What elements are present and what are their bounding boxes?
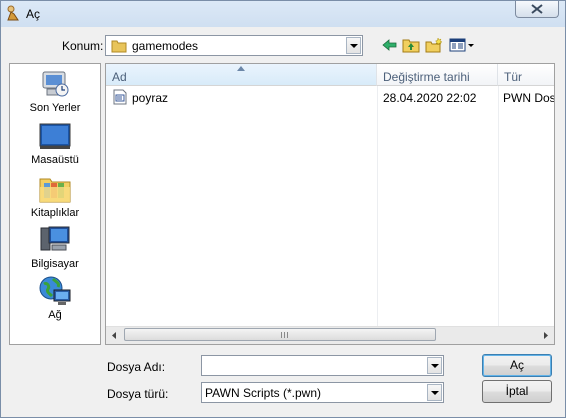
place-libraries[interactable]: Kitaplıklar (10, 173, 100, 219)
column-divider (377, 86, 378, 328)
scrollbar-thumb[interactable] (124, 328, 436, 341)
scroll-left-icon (112, 332, 116, 339)
libraries-icon (39, 178, 71, 203)
location-combo[interactable]: gamemodes (105, 35, 363, 56)
sort-ascending-icon (237, 66, 245, 71)
place-recent[interactable]: Son Yerler (10, 68, 100, 114)
place-network[interactable]: Ağ (10, 275, 100, 321)
filetype-label: Dosya türü: (107, 387, 169, 401)
window-title: Aç (26, 7, 41, 21)
computer-icon (40, 226, 70, 251)
filename-label: Dosya Adı: (107, 360, 166, 374)
scroll-right-button[interactable] (537, 327, 554, 344)
filename-input[interactable] (201, 355, 444, 376)
scroll-right-icon (544, 332, 548, 339)
close-button[interactable] (515, 1, 559, 18)
view-menu-icon[interactable] (449, 37, 475, 53)
recent-places-icon (42, 71, 69, 97)
column-divider (498, 86, 499, 328)
pwn-file-icon (113, 89, 127, 105)
open-file-dialog: Aç Konum: gamemodes Son Yerler Masaüstü … (0, 0, 566, 418)
desktop-icon (39, 123, 71, 149)
new-folder-icon[interactable] (425, 37, 443, 53)
place-label-recent: Son Yerler (29, 102, 81, 114)
column-header-name-label: Ad (112, 70, 127, 84)
open-button[interactable]: Aç (482, 354, 552, 377)
column-header-type-label: Tür (504, 70, 522, 84)
network-icon (39, 276, 71, 305)
place-desktop[interactable]: Masaüstü (10, 122, 100, 166)
file-row[interactable]: poyraz 28.04.2020 22:02 PWN Dosyası (106, 88, 554, 106)
place-label-libraries: Kitaplıklar (30, 207, 80, 219)
place-computer[interactable]: Bilgisayar (10, 224, 100, 270)
back-arrow-icon[interactable] (381, 37, 399, 53)
place-label-desktop: Masaüstü (31, 154, 79, 166)
up-folder-icon[interactable] (402, 37, 420, 53)
filetype-select[interactable]: PAWN Scripts (*.pwn) (201, 382, 444, 403)
location-dropdown-arrow[interactable] (346, 37, 361, 54)
close-icon (531, 4, 543, 14)
horizontal-scrollbar[interactable] (106, 326, 554, 344)
column-header-name[interactable]: Ad (106, 64, 377, 86)
filetype-value: PAWN Scripts (*.pwn) (205, 386, 322, 400)
folder-icon (111, 40, 127, 53)
location-label: Konum: (62, 39, 104, 53)
scroll-left-button[interactable] (106, 327, 123, 344)
file-modified: 28.04.2020 22:02 (383, 91, 477, 105)
file-type: PWN Dosyası (503, 91, 554, 105)
app-icon (7, 5, 19, 21)
filetype-dropdown-arrow[interactable] (427, 384, 442, 401)
column-header-modified-label: Değiştirme tarihi (383, 70, 470, 84)
file-list[interactable]: Ad Değiştirme tarihi Tür poyraz 28.04.20… (105, 63, 555, 345)
column-header-modified[interactable]: Değiştirme tarihi (377, 64, 498, 86)
filename-dropdown-arrow[interactable] (427, 357, 442, 374)
place-label-computer: Bilgisayar (31, 258, 79, 270)
cancel-button[interactable]: İptal (482, 380, 552, 403)
column-header-type[interactable]: Tür (498, 64, 554, 86)
place-label-network: Ağ (48, 309, 62, 321)
location-value: gamemodes (132, 39, 199, 53)
title-bar: Aç (1, 1, 565, 27)
file-name: poyraz (132, 91, 169, 105)
places-bar: Son Yerler Masaüstü Kitaplıklar Bilgisay… (9, 63, 101, 345)
